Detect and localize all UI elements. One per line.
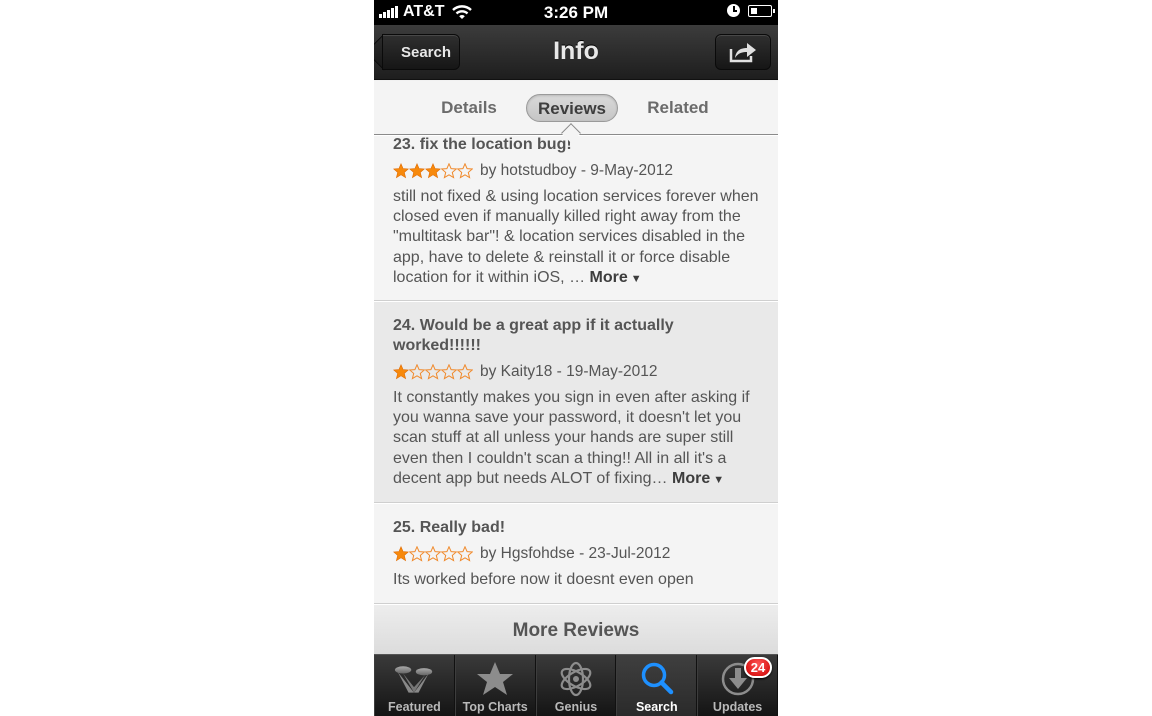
share-icon (729, 43, 756, 63)
back-button[interactable]: Search (382, 34, 460, 70)
tab-bar: Featured Top Charts Genius Search Update… (374, 654, 778, 716)
review-item: 25. Really bad! by Hgsfohdse - 23-Jul-20… (374, 503, 778, 604)
navigation-bar: Search Info (374, 25, 778, 80)
star-filled-icon (393, 163, 409, 179)
atom-icon (556, 660, 596, 698)
star-empty-icon (441, 546, 457, 562)
status-bar: AT&T 3:26 PM (374, 0, 778, 25)
status-time: 3:26 PM (543, 3, 609, 22)
review-body: It constantly makes you sign in even aft… (393, 388, 759, 490)
review-body: Its worked before now it doesnt even ope… (393, 571, 694, 588)
tab-featured[interactable]: Featured (374, 655, 455, 716)
more-label: More (589, 268, 628, 286)
back-button-label: Search (400, 43, 452, 61)
reviews-list: 23. fix the location bug! by hotstudboy … (374, 135, 778, 604)
star-empty-icon (409, 364, 425, 380)
tab-label: Updates (712, 700, 763, 714)
tab-top-charts[interactable]: Top Charts (454, 655, 536, 716)
tab-label: Search (635, 700, 678, 714)
star-filled-icon (393, 546, 409, 562)
tab-details[interactable]: Details (432, 94, 506, 122)
review-byline: by Hgsfohdse - 23-Jul-2012 (480, 545, 671, 562)
tab-label: Featured (388, 700, 441, 714)
more-reviews-button[interactable]: More Reviews (374, 604, 778, 654)
featured-icon (394, 660, 434, 698)
star-empty-icon (457, 364, 473, 380)
search-icon (637, 660, 677, 698)
star-empty-icon (425, 364, 441, 380)
star-icon (475, 660, 515, 698)
star-filled-icon (409, 163, 425, 179)
review-text: still not fixed & using location service… (393, 188, 759, 286)
tab-updates[interactable]: Updates 24 (697, 655, 778, 716)
tab-related[interactable]: Related (640, 94, 716, 122)
tab-reviews[interactable]: Reviews (526, 94, 618, 122)
star-empty-icon (441, 163, 457, 179)
star-empty-icon (457, 546, 473, 562)
star-empty-icon (409, 546, 425, 562)
review-item: 23. fix the location bug! by hotstudboy … (374, 135, 778, 301)
tab-label: Top Charts (462, 700, 528, 714)
expand-arrow-icon: ▼ (713, 473, 725, 486)
updates-badge: 24 (743, 657, 772, 678)
star-filled-icon (393, 364, 409, 380)
share-button[interactable] (715, 34, 771, 70)
review-item: 24. Would be a great app if it actually … (374, 301, 778, 503)
battery-icon (748, 4, 775, 17)
tab-label: Genius (554, 700, 598, 714)
star-rating (393, 364, 473, 380)
star-rating (393, 546, 473, 562)
more-link[interactable]: More ▼ (590, 269, 642, 286)
review-title: 23. fix the location bug! (393, 136, 572, 153)
review-title: 24. Would be a great app if it actually … (393, 317, 674, 354)
review-byline: by hotstudboy - 9-May-2012 (480, 162, 673, 179)
more-link[interactable]: More ▼ (672, 470, 724, 487)
expand-arrow-icon: ▼ (630, 272, 642, 285)
star-filled-icon (425, 163, 441, 179)
star-rating (393, 163, 473, 179)
star-empty-icon (425, 546, 441, 562)
star-empty-icon (457, 163, 473, 179)
star-empty-icon (441, 364, 457, 380)
battery-level (751, 7, 758, 14)
tab-search[interactable]: Search (616, 655, 698, 716)
review-byline: by Kaity18 - 19-May-2012 (480, 363, 658, 380)
review-body: still not fixed & using location service… (393, 187, 759, 289)
segmented-control: Details Reviews Related (374, 81, 778, 143)
phone-screen: AT&T 3:26 PM Search Info Details Reviews… (374, 0, 778, 716)
tab-genius[interactable]: Genius (535, 655, 617, 716)
more-label: More (672, 469, 711, 487)
alarm-clock-icon (727, 4, 740, 17)
review-title: 25. Really bad! (393, 519, 506, 536)
